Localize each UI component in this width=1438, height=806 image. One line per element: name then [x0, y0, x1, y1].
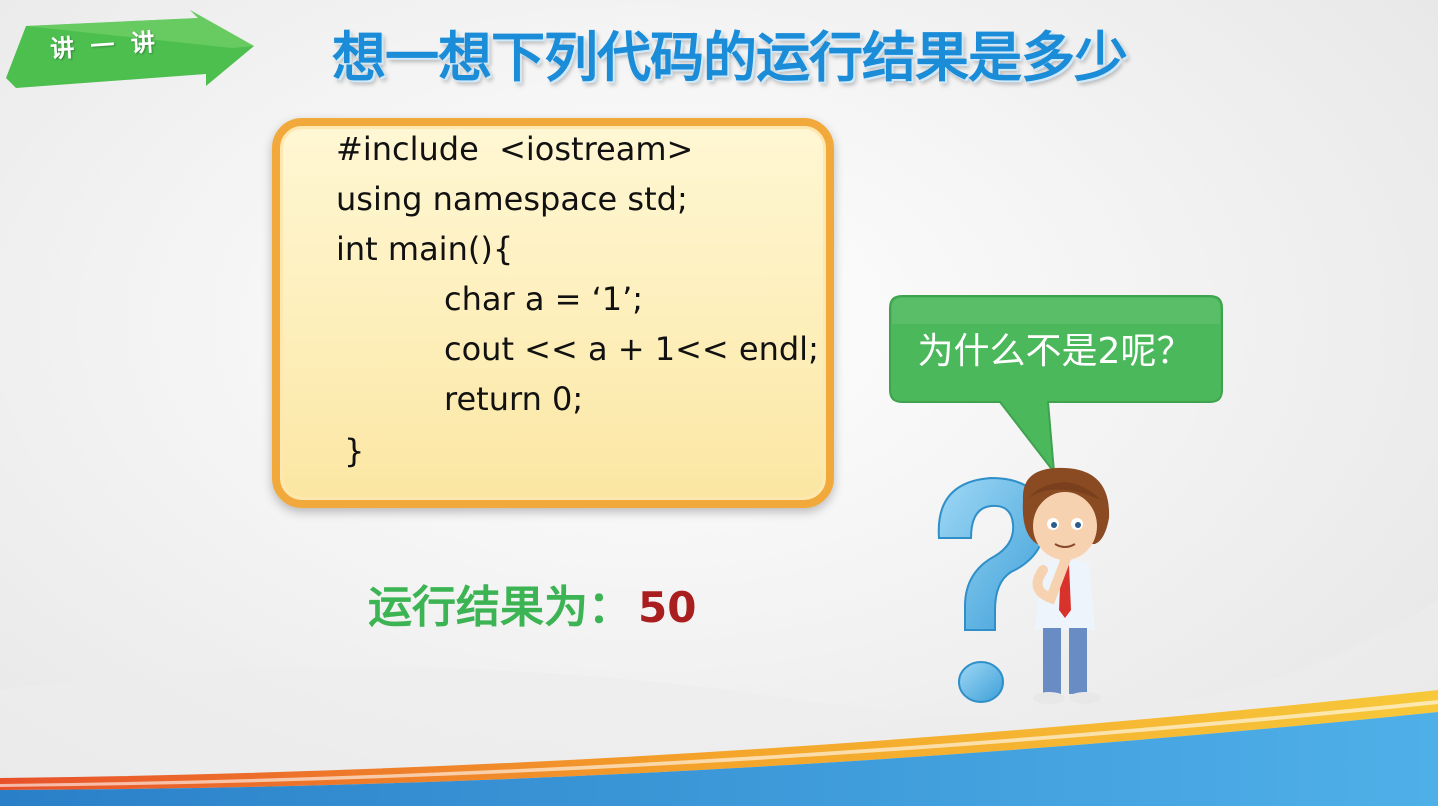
result-value: 50: [638, 583, 697, 632]
bubble-text: 为什么不是2呢？: [917, 331, 1193, 372]
code-line: }: [344, 432, 365, 470]
code-line: return 0;: [444, 380, 584, 418]
result-line: 运行结果为： 50: [368, 576, 696, 640]
question-mark-thinking-boy-icon: [937, 467, 1110, 704]
code-line: #include <iostream>: [336, 130, 694, 168]
result-label: 运行结果为：: [368, 582, 632, 633]
code-line: using namespace std;: [336, 180, 688, 218]
code-line: int main(){: [336, 230, 514, 268]
code-line: cout << a + 1<< endl;: [444, 330, 819, 368]
code-line: char a = ‘1’;: [444, 280, 644, 318]
page-title: 想一想下列代码的运行结果是多少: [332, 26, 1128, 89]
speech-bubble-icon: [889, 295, 1223, 474]
